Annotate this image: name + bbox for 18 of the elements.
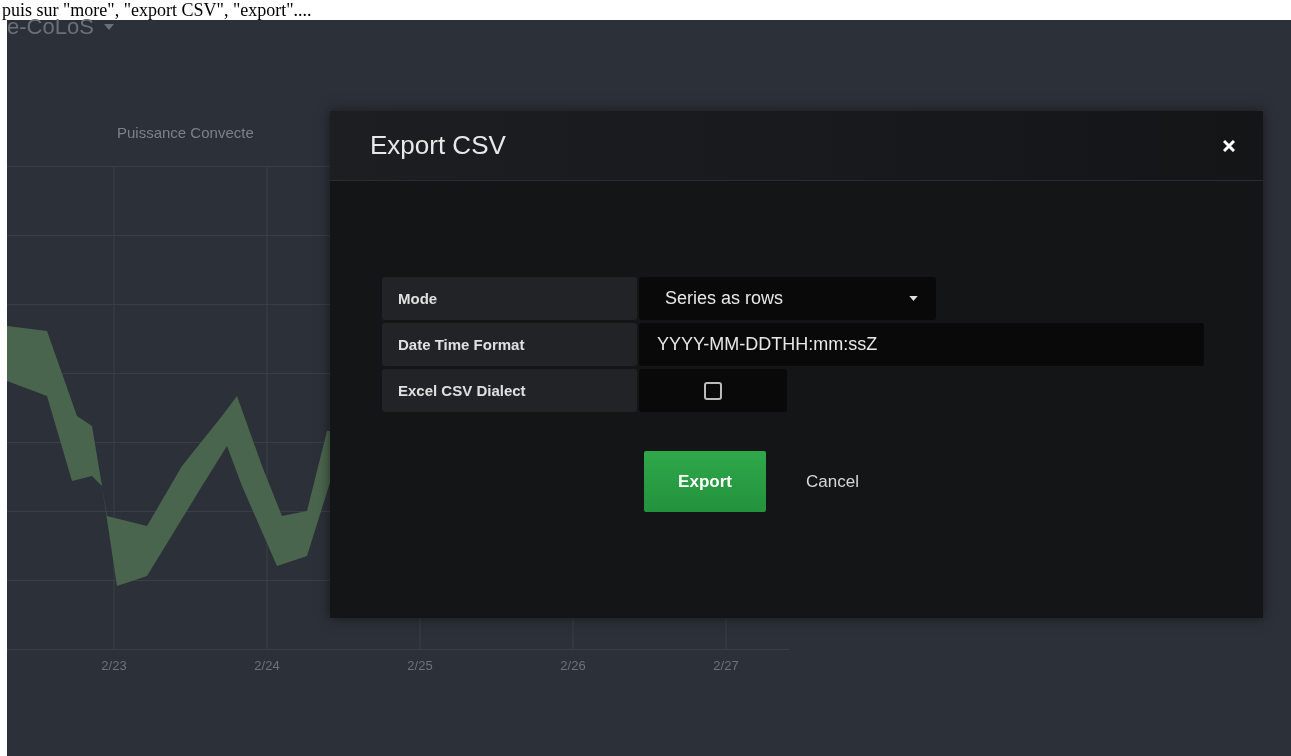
caret-icon[interactable] [909,296,918,301]
axis-label: 2/27 [713,658,739,673]
checkbox[interactable] [704,381,722,400]
axis-label: 2/23 [101,658,127,673]
mode-select[interactable]: Series as rows [639,277,936,320]
axis-label: 2/26 [560,658,586,673]
field-label: Excel CSV Dialect [382,369,637,412]
dialog-title: Export CSV [370,130,506,161]
panel-title: Puissance Convecte [117,124,254,143]
export-button[interactable]: Export [644,451,767,512]
axis-label: 2/24 [254,658,280,673]
axis-label: 2/25 [407,658,433,673]
cancel-button[interactable]: Cancel [796,471,869,492]
field-label: Mode [382,277,637,320]
format-input-field[interactable]: YYYY-MM-DDTHH:mm:ssZ [639,323,1204,366]
field-label: Date Time Format [382,323,637,366]
close-icon[interactable] [1223,139,1235,152]
caption-text: puis sur "more", "export CSV", "export".... [1,0,312,20]
